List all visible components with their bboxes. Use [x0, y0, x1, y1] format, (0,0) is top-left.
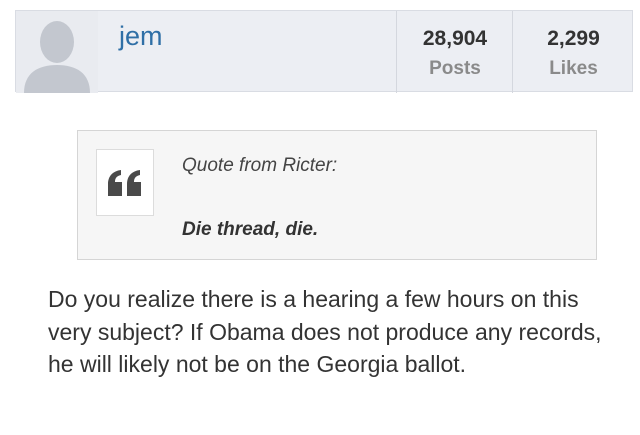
- username-link[interactable]: jem: [119, 21, 163, 52]
- default-avatar-icon: [16, 11, 98, 93]
- quote-block: Quote from Ricter: Die thread, die.: [77, 130, 597, 260]
- posts-count: 28,904: [422, 27, 488, 50]
- stat-posts[interactable]: 28,904 Posts: [396, 11, 513, 93]
- likes-label: Likes: [549, 58, 598, 79]
- posts-label: Posts: [429, 58, 481, 79]
- avatar[interactable]: [16, 11, 98, 93]
- quote-text: Die thread, die.: [182, 219, 319, 240]
- quote-attribution[interactable]: Quote from Ricter:: [182, 155, 337, 177]
- quote-mark-icon: [108, 169, 141, 196]
- quote-icon: [96, 149, 154, 216]
- post-body: Do you realize there is a hearing a few …: [48, 286, 602, 377]
- likes-count: 2,299: [547, 27, 600, 50]
- user-info-bar: jem 28,904 Posts 2,299 Likes: [15, 10, 634, 93]
- stat-likes[interactable]: 2,299 Likes: [512, 11, 634, 93]
